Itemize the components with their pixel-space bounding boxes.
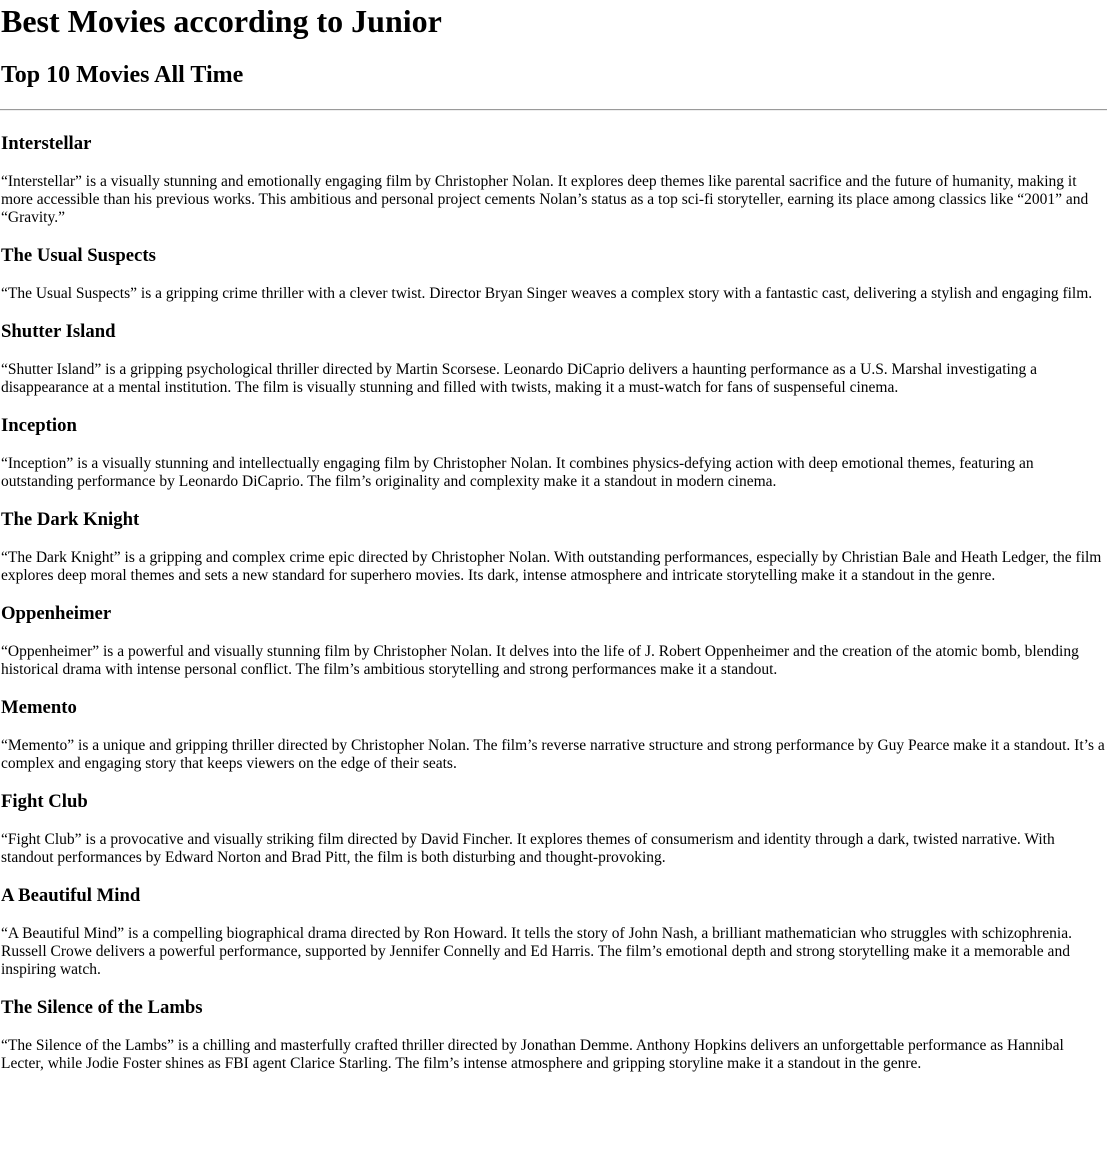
- movie-title: The Usual Suspects: [1, 245, 156, 266]
- movie-entry: A Beautiful Mind “A Beautiful Mind” is a …: [0, 885, 1107, 979]
- movie-list: Interstellar “Interstellar” is a visually…: [0, 133, 1107, 1073]
- movie-review: “The Silence of the Lambs” is a chilling…: [1, 1037, 1064, 1072]
- movie-title: Inception: [1, 415, 77, 436]
- page-title: Best Movies according to Junior: [1, 3, 442, 39]
- movie-title: A Beautiful Mind: [1, 885, 141, 906]
- movie-title: Interstellar: [1, 133, 92, 154]
- movie-review: “The Usual Suspects” is a gripping crime…: [1, 285, 1093, 302]
- movie-entry: The Usual Suspects “The Usual Suspects” i…: [0, 245, 1107, 303]
- movie-title: Oppenheimer: [1, 603, 112, 624]
- movie-entry: Oppenheimer “Oppenheimer” is a powerful a…: [0, 603, 1107, 679]
- divider: [0, 109, 1107, 111]
- movie-review: “Oppenheimer” is a powerful and visually…: [1, 643, 1079, 678]
- movie-title: The Dark Knight: [1, 509, 140, 530]
- movie-title: Shutter Island: [1, 321, 116, 342]
- movie-review: “The Dark Knight” is a gripping and comp…: [1, 549, 1102, 584]
- movie-title: Memento: [1, 697, 77, 718]
- movie-entry: Inception “Inception” is a visually stunn…: [0, 415, 1107, 491]
- movie-entry: Shutter Island “Shutter Island” is a grip…: [0, 321, 1107, 397]
- movie-review: “Interstellar” is a visually stunning an…: [1, 173, 1089, 226]
- page-subtitle: Top 10 Movies All Time: [1, 62, 244, 88]
- movie-entry: Fight Club “Fight Club” is a provocative …: [0, 791, 1107, 867]
- movie-entry: The Silence of the Lambs “The Silence of …: [0, 997, 1107, 1073]
- movie-title: The Silence of the Lambs: [1, 997, 203, 1018]
- movie-entry: Interstellar “Interstellar” is a visually…: [0, 133, 1107, 227]
- movie-review: “Inception” is a visually stunning and i…: [1, 455, 1034, 490]
- movie-title: Fight Club: [1, 791, 88, 812]
- movie-review: “A Beautiful Mind” is a compelling biogr…: [1, 925, 1072, 978]
- movie-entry: Memento “Memento” is a unique and grippin…: [0, 697, 1107, 773]
- movie-review: “Memento” is a unique and gripping thril…: [1, 737, 1105, 772]
- movie-entry: The Dark Knight “The Dark Knight” is a gr…: [0, 509, 1107, 585]
- movie-review: “Fight Club” is a provocative and visual…: [1, 831, 1055, 866]
- movie-review: “Shutter Island” is a gripping psycholog…: [1, 361, 1038, 396]
